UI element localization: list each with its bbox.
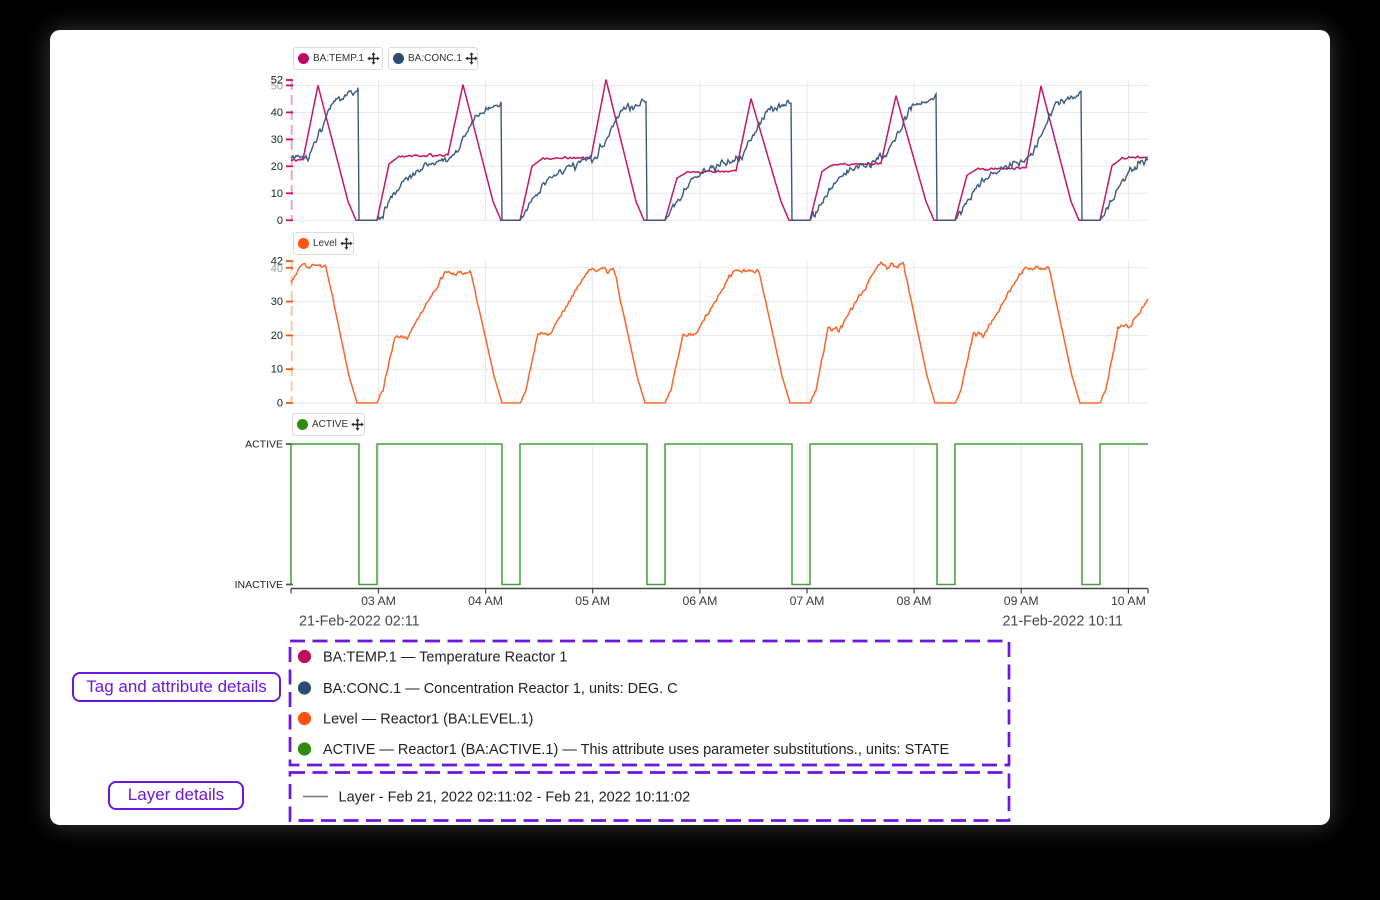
svg-text:21-Feb-2022 02:11: 21-Feb-2022 02:11: [299, 614, 420, 630]
svg-text:42: 42: [271, 256, 283, 268]
svg-text:0: 0: [277, 215, 283, 227]
svg-text:ACTIVE: ACTIVE: [245, 439, 283, 451]
svg-text:06 AM: 06 AM: [682, 594, 717, 608]
svg-text:03 AM: 03 AM: [361, 594, 396, 608]
svg-text:ACTIVE — Reactor1 (BA:ACTIVE.1: ACTIVE — Reactor1 (BA:ACTIVE.1) — This a…: [323, 742, 949, 758]
svg-text:08 AM: 08 AM: [897, 594, 932, 608]
svg-text:INACTIVE: INACTIVE: [235, 579, 283, 591]
svg-text:20: 20: [271, 330, 283, 342]
svg-text:52: 52: [271, 75, 283, 87]
svg-text:Layer - Feb 21, 2022 02:11:02: Layer - Feb 21, 2022 02:11:02 - Feb 21, …: [339, 789, 691, 805]
svg-text:40: 40: [271, 107, 283, 119]
svg-text:10: 10: [271, 364, 283, 376]
svg-text:07 AM: 07 AM: [790, 594, 825, 608]
svg-text:10 AM: 10 AM: [1111, 594, 1146, 608]
svg-text:BA:TEMP.1 — Temperature Reacto: BA:TEMP.1 — Temperature Reactor 1: [323, 649, 567, 665]
svg-text:21-Feb-2022 10:11: 21-Feb-2022 10:11: [1002, 614, 1123, 630]
svg-text:10: 10: [271, 188, 283, 200]
svg-text:09 AM: 09 AM: [1004, 594, 1039, 608]
svg-text:30: 30: [271, 134, 283, 146]
svg-text:Level — Reactor1 (BA:LEVEL.1): Level — Reactor1 (BA:LEVEL.1): [323, 711, 533, 727]
svg-text:05 AM: 05 AM: [575, 594, 610, 608]
svg-text:04 AM: 04 AM: [468, 594, 503, 608]
svg-text:20: 20: [271, 161, 283, 173]
svg-text:30: 30: [271, 296, 283, 308]
svg-text:BA:CONC.1 — Concentration Reac: BA:CONC.1 — Concentration Reactor 1, uni…: [323, 681, 678, 697]
svg-text:0: 0: [277, 398, 283, 410]
